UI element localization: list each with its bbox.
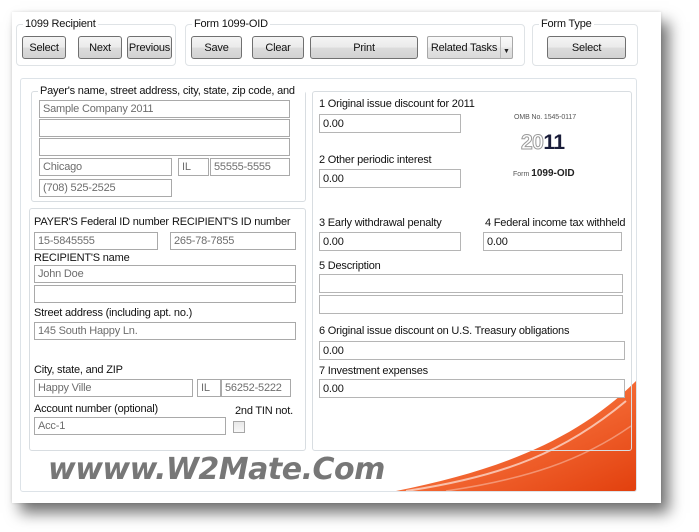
street-address-label: Street address (including apt. no.) xyxy=(34,307,193,319)
account-number-label: Account number (optional) xyxy=(34,403,159,415)
omb-number: OMB No. 1545-0117 xyxy=(514,114,576,121)
box7-label: 7 Investment expenses xyxy=(319,365,428,377)
recipient-zip-input[interactable] xyxy=(221,379,291,397)
form-prefix: Form xyxy=(513,171,530,178)
box5-label: 5 Description xyxy=(319,260,381,272)
previous-button[interactable]: Previous xyxy=(127,36,172,59)
city-state-zip-label: City, state, and ZIP xyxy=(34,364,123,376)
recipient-city-input[interactable] xyxy=(34,379,193,397)
related-tasks-button[interactable]: Related Tasks ▼ xyxy=(427,36,513,59)
tax-year-prefix: 20 xyxy=(520,131,544,155)
box7-input[interactable] xyxy=(319,379,625,398)
box5-line2-input[interactable] xyxy=(319,295,623,314)
recipient-navigation-group: 1099 Recipient Select Next Previous xyxy=(16,17,176,66)
box5-line1-input[interactable] xyxy=(319,274,623,293)
form-type-group-title: Form Type xyxy=(539,17,594,31)
recipient-id-input[interactable] xyxy=(170,232,296,250)
payer-fid-input[interactable] xyxy=(34,232,158,250)
box3-input[interactable] xyxy=(319,232,461,251)
save-button[interactable]: Save xyxy=(191,36,242,59)
form-actions-group: Form 1099-OID Save Clear Print Related T… xyxy=(185,17,525,66)
box4-input[interactable] xyxy=(483,232,622,251)
recipient-state-input[interactable] xyxy=(197,379,221,397)
clear-button[interactable]: Clear xyxy=(252,36,304,59)
payer-fid-label: PAYER'S Federal ID number xyxy=(34,216,169,228)
recipient-id-label: RECIPIENT'S ID number xyxy=(172,216,291,228)
form-panel: Payer's name, street address, city, stat… xyxy=(20,78,637,492)
form-group-title: Form 1099-OID xyxy=(192,17,270,31)
street-address-input[interactable] xyxy=(34,322,296,340)
box1-label: 1 Original issue discount for 2011 xyxy=(319,98,475,110)
box6-input[interactable] xyxy=(319,341,625,360)
account-number-input[interactable] xyxy=(34,417,226,435)
select-recipient-button[interactable]: Select xyxy=(22,36,66,59)
next-button[interactable]: Next xyxy=(78,36,122,59)
second-tin-label: 2nd TIN not. xyxy=(235,405,293,417)
select-form-type-button[interactable]: Select xyxy=(547,36,626,59)
tax-year-suffix: 11 xyxy=(543,131,565,154)
print-button[interactable]: Print xyxy=(310,36,418,59)
box1-input[interactable] xyxy=(319,114,461,133)
recipient-group-title: 1099 Recipient xyxy=(23,17,98,31)
payer-phone-input[interactable] xyxy=(39,179,172,197)
w2mate-watermark: wwww.W2Mate.Com xyxy=(48,452,385,487)
form-number: 1099-OID xyxy=(531,168,575,179)
box2-input[interactable] xyxy=(319,169,461,188)
form-name: Form 1099-OID xyxy=(513,168,575,179)
payer-zip-input[interactable] xyxy=(210,158,290,176)
payer-name-input[interactable] xyxy=(39,100,290,118)
box6-label: 6 Original issue discount on U.S. Treasu… xyxy=(319,325,570,337)
tax-year: 2011 xyxy=(520,131,565,155)
dropdown-arrow-icon[interactable]: ▼ xyxy=(500,37,512,58)
recipient-name1-input[interactable] xyxy=(34,265,296,283)
payer-city-input[interactable] xyxy=(39,158,172,176)
box3-label: 3 Early withdrawal penalty xyxy=(319,217,442,229)
second-tin-checkbox[interactable] xyxy=(233,421,245,433)
payer-address2-input[interactable] xyxy=(39,138,290,156)
payer-address1-input[interactable] xyxy=(39,119,290,137)
box2-label: 2 Other periodic interest xyxy=(319,154,432,166)
form-type-group: Form Type Select xyxy=(532,17,638,66)
payer-state-input[interactable] xyxy=(178,158,209,176)
related-tasks-label[interactable]: Related Tasks xyxy=(428,37,500,58)
recipient-name-label: RECIPIENT'S name xyxy=(34,252,130,264)
recipient-name2-input[interactable] xyxy=(34,285,296,303)
app-window: 1099 Recipient Select Next Previous Form… xyxy=(12,12,661,503)
box4-label: 4 Federal income tax withheld xyxy=(485,217,626,229)
